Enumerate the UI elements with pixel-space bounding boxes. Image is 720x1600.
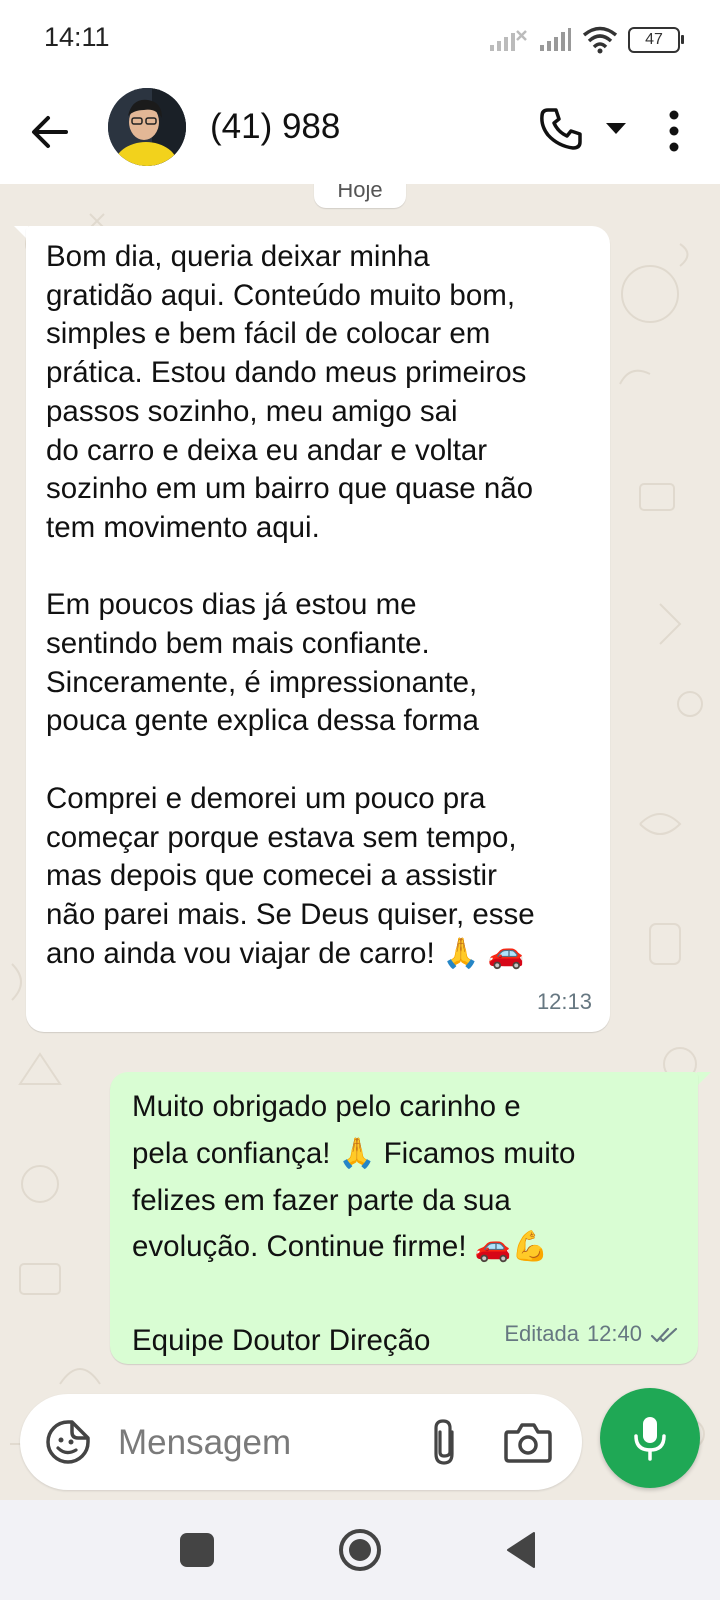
message-composer [20, 1394, 582, 1490]
battery-indicator: 47 [628, 27, 684, 53]
outgoing-message-meta: Editada 12:40 [504, 1315, 680, 1354]
chat-header: (41) 988 [0, 80, 720, 184]
avatar-photo [108, 88, 186, 166]
status-time: 14:11 [44, 22, 110, 52]
microphone-icon [634, 1417, 666, 1461]
message-input[interactable] [116, 1414, 400, 1472]
date-chip: Hoje [314, 184, 406, 208]
sticker-icon[interactable] [44, 1418, 92, 1466]
wifi-icon [582, 26, 618, 54]
back-triangle-button[interactable] [504, 1530, 538, 1570]
caret-down-icon[interactable] [603, 118, 629, 138]
signal-off-icon [490, 30, 527, 51]
incoming-message[interactable]: Bom dia, queria deixar minha gratidão aq… [26, 226, 610, 1032]
recent-apps-button[interactable] [180, 1533, 214, 1567]
contact-name[interactable]: (41) 988 [210, 107, 340, 147]
outgoing-message-time: 12:40 [586, 1321, 642, 1347]
more-vertical-icon[interactable] [656, 104, 692, 158]
microphone-button[interactable] [600, 1388, 700, 1488]
status-bar: 14:11 47 [0, 0, 720, 80]
home-button[interactable] [336, 1526, 384, 1574]
incoming-message-meta: 12:13 [537, 983, 592, 1022]
phone-icon[interactable] [536, 104, 586, 154]
outgoing-bubble-tail [697, 1072, 711, 1086]
double-check-icon [650, 1327, 678, 1342]
incoming-message-time: 12:13 [536, 989, 592, 1015]
signal-icon [540, 28, 571, 51]
camera-icon[interactable] [502, 1418, 554, 1466]
incoming-message-text: Bom dia, queria deixar minha gratidão aq… [46, 240, 535, 970]
paperclip-icon[interactable] [424, 1416, 464, 1468]
chat-area[interactable]: Hoje Bom dia, queria deixar minha gratid… [0, 184, 720, 1500]
status-icons: 47 [488, 22, 684, 58]
battery-level: 47 [645, 31, 663, 48]
edited-label: Editada [504, 1321, 579, 1347]
system-nav-bar [0, 1500, 720, 1600]
contact-avatar[interactable] [108, 88, 186, 166]
outgoing-message[interactable]: Muito obrigado pelo carinho e pela confi… [110, 1072, 698, 1364]
back-arrow-icon[interactable] [24, 106, 76, 158]
